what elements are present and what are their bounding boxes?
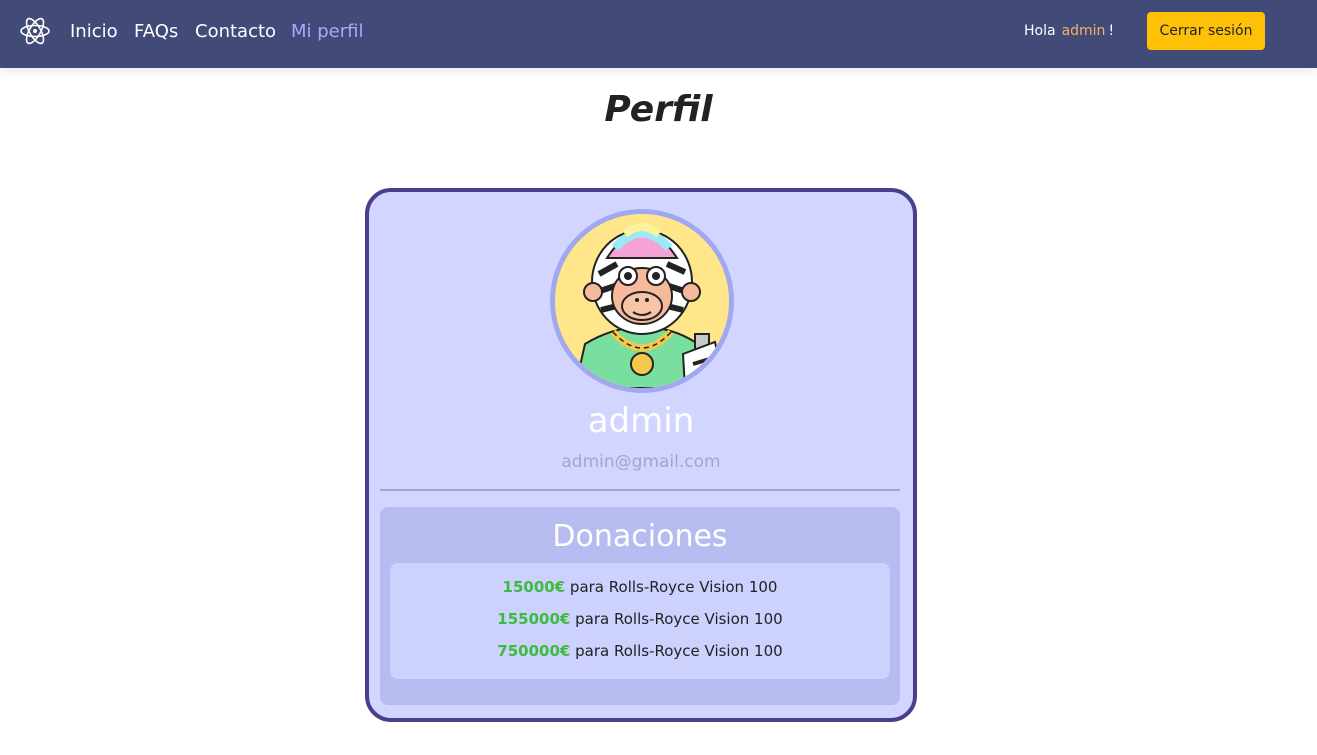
donation-description: para Rolls-Royce Vision 100 [575, 642, 783, 660]
donation-amount: 15000€ [502, 578, 566, 596]
nav-link-contacto[interactable]: Contacto [195, 19, 276, 45]
nav-link-mi-perfil[interactable]: Mi perfil [291, 19, 364, 45]
profile-card: admin admin@gmail.com Donaciones 15000€ … [365, 188, 917, 722]
donations-section: Donaciones 15000€ para Rolls-Royce Visio… [380, 507, 900, 705]
list-item: 155000€ para Rolls-Royce Vision 100 [390, 607, 890, 631]
donations-list: 15000€ para Rolls-Royce Vision 100 15500… [390, 563, 890, 679]
user-greeting: Hola admin! [1024, 21, 1114, 41]
profile-email: admin@gmail.com [561, 452, 721, 472]
card-divider [380, 489, 900, 491]
list-item: 15000€ para Rolls-Royce Vision 100 [390, 575, 890, 599]
greeting-prefix: Hola [1024, 23, 1056, 39]
donation-description: para Rolls-Royce Vision 100 [569, 578, 778, 596]
profile-name: admin [587, 401, 695, 441]
atom-flower-logo-icon[interactable] [19, 15, 51, 47]
logout-button[interactable]: Cerrar sesión [1147, 12, 1265, 50]
ape-avatar-image [550, 209, 734, 393]
greeting-suffix: ! [1108, 23, 1115, 39]
page-title: Perfil [604, 89, 713, 130]
donation-amount: 155000€ [497, 610, 571, 628]
top-navbar: Inicio FAQs Contacto Mi perfil Hola admin… [0, 0, 1317, 68]
donations-title: Donaciones [552, 519, 728, 554]
nav-link-faqs[interactable]: FAQs [134, 19, 178, 45]
nav-link-inicio[interactable]: Inicio [70, 19, 118, 45]
list-item: 750000€ para Rolls-Royce Vision 100 [390, 639, 890, 663]
donation-description: para Rolls-Royce Vision 100 [575, 610, 783, 628]
donation-amount: 750000€ [497, 642, 571, 660]
greeting-username: admin [1061, 23, 1106, 39]
